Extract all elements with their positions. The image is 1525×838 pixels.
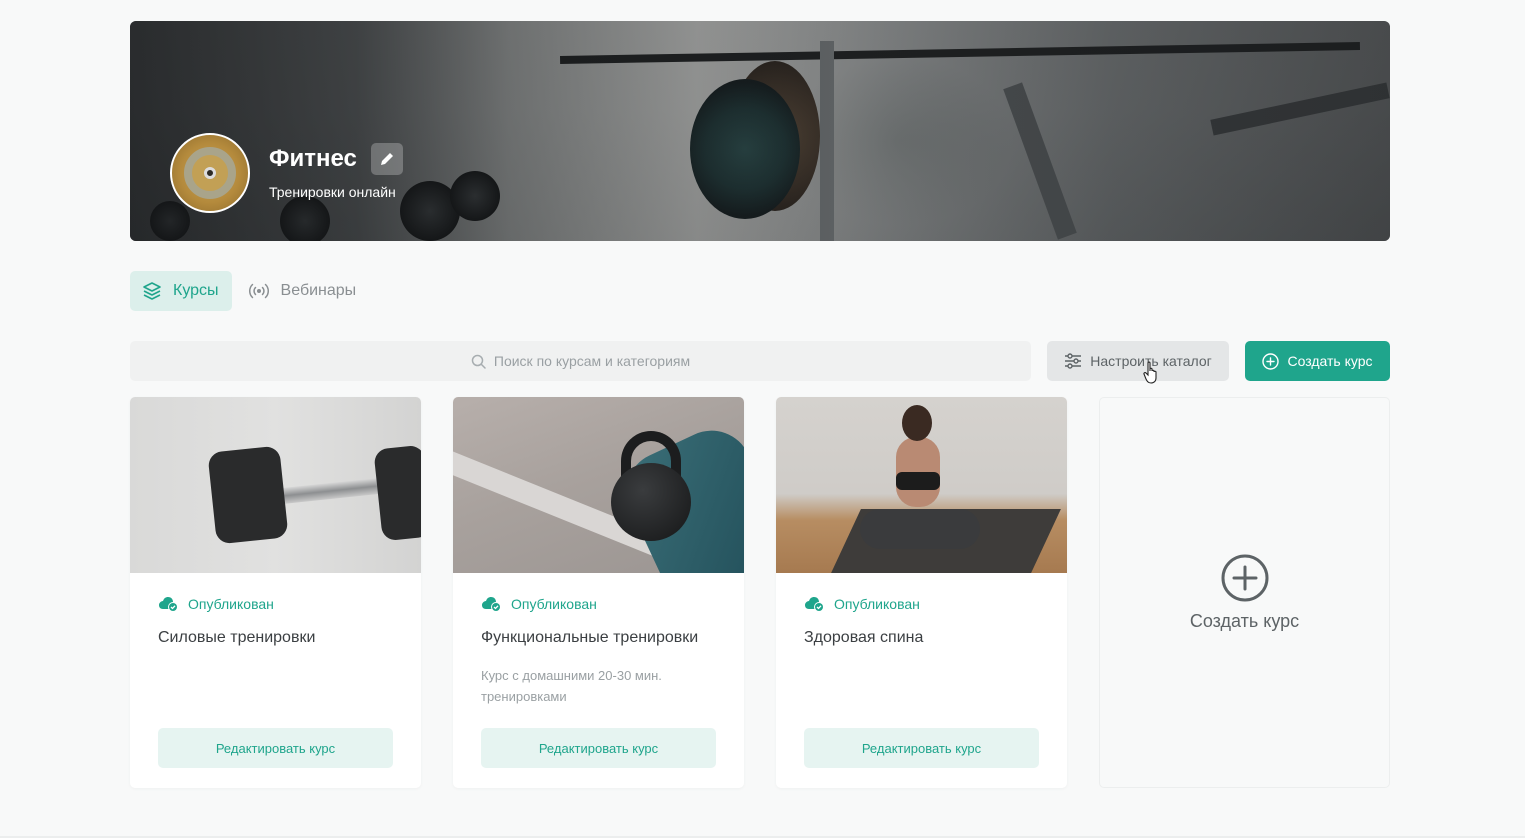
school-title: Фитнес — [269, 145, 357, 172]
search-placeholder: Поиск по курсам и категориям — [493, 353, 691, 369]
status-badge: Опубликован — [158, 595, 274, 613]
search-icon — [471, 354, 486, 369]
edit-course-button[interactable]: Редактировать курс — [804, 728, 1039, 768]
tab-courses-label: Курсы — [173, 282, 219, 299]
course-description: Курс с домашними 20-30 мин. тренировками — [481, 668, 662, 704]
course-title: Функциональные тренировки — [481, 629, 699, 646]
plus-circle-icon — [1262, 352, 1280, 370]
course-card[interactable]: Опубликован Здоровая спина Редактировать… — [776, 397, 1067, 788]
course-card[interactable]: Опубликован Силовые тренировки Редактиро… — [130, 397, 421, 788]
status-label: Опубликован — [511, 596, 597, 612]
school-banner: Фитнес Тренировки онлайн — [130, 21, 1390, 241]
edit-course-button[interactable]: Редактировать курс — [481, 728, 716, 768]
search-input[interactable]: Поиск по курсам и категориям — [130, 341, 1031, 381]
status-badge: Опубликован — [804, 595, 920, 613]
course-title: Здоровая спина — [804, 629, 924, 646]
course-cover-image — [453, 397, 744, 573]
edit-title-button[interactable] — [371, 143, 403, 175]
edit-course-button[interactable]: Редактировать курс — [158, 728, 393, 768]
course-cover-image — [130, 397, 421, 573]
tab-webinars-label: Вебинары — [280, 282, 357, 299]
tab-webinars[interactable]: Вебинары — [236, 271, 370, 311]
school-subtitle: Тренировки онлайн — [269, 184, 396, 200]
course-title: Силовые тренировки — [158, 629, 316, 646]
status-label: Опубликован — [188, 596, 274, 612]
tab-courses[interactable]: Курсы — [130, 271, 232, 311]
cloud-check-icon — [805, 597, 824, 612]
create-course-card-label: Создать курс — [1189, 611, 1300, 631]
broadcast-icon — [248, 283, 269, 299]
page: Фитнес Тренировки онлайн Курсы Вебинары … — [130, 21, 1390, 788]
school-avatar[interactable] — [170, 133, 250, 213]
create-course-button[interactable]: Создать курс — [1245, 341, 1390, 381]
layers-icon — [143, 282, 161, 300]
create-course-card[interactable]: Создать курс — [1099, 397, 1390, 788]
sliders-icon — [1065, 353, 1082, 369]
content-tabs: Курсы Вебинары — [130, 271, 373, 311]
course-cover-image — [776, 397, 1067, 573]
configure-catalog-button[interactable]: Настроить каталог — [1047, 341, 1229, 381]
status-label: Опубликован — [834, 596, 920, 612]
pencil-icon — [381, 153, 393, 165]
cloud-check-icon — [482, 597, 501, 612]
hand-cursor-icon — [1143, 361, 1157, 384]
plus-circle-icon — [1221, 554, 1268, 602]
status-badge: Опубликован — [481, 595, 597, 613]
cloud-check-icon — [159, 597, 178, 612]
course-card[interactable]: Опубликован Функциональные тренировки Ку… — [453, 397, 744, 788]
create-course-label: Создать курс — [1287, 353, 1373, 369]
